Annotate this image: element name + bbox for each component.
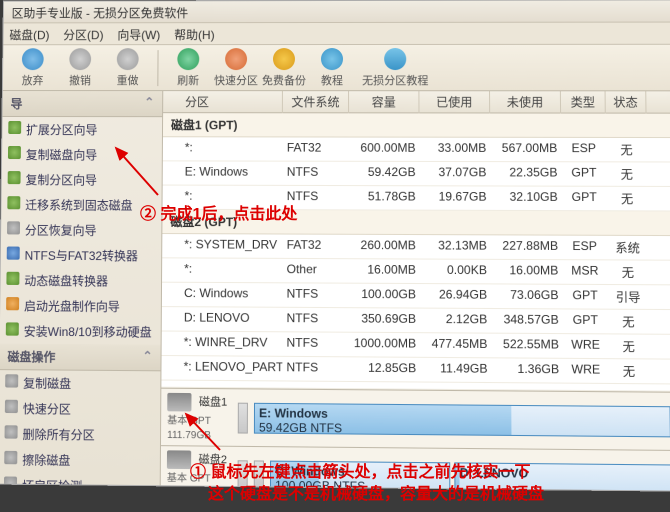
sidebar-item[interactable]: 复制分区向导 [2,167,162,193]
col-partition[interactable]: 分区 [163,91,283,113]
col-filesystem[interactable]: 文件系统 [283,91,349,113]
table-row[interactable]: C: WindowsNTFS100.00GB26.94GB73.06GBGPT引… [162,283,670,310]
backup-icon [273,48,295,70]
sidebar-item[interactable]: 迁移系统到固态磁盘 [1,192,161,218]
table-row[interactable]: *: SYSTEM_DRVFAT32260.00MB32.13MB227.88M… [162,234,670,261]
column-header: 分区 文件系统 容量 已使用 未使用 类型 状态 [163,91,670,114]
fast-partition-icon [225,48,247,70]
annotation-text-2b: 这个硬盘是不是机械硬盘，容量大的是机械硬盘 [208,480,544,504]
btn-fast-partition[interactable]: 快速分区 [212,48,260,88]
sidebar-item[interactable]: 擦除磁盘 [0,447,160,474]
menu-disk[interactable]: 磁盘(D) [9,26,49,41]
menu-partition[interactable]: 分区(D) [63,26,103,41]
sidebar-item[interactable]: 安装Win8/10到移动硬盘 [0,318,161,344]
undo-icon [117,48,139,70]
sidebar-item[interactable]: 复制磁盘 [0,370,160,397]
sidebar-item[interactable]: NTFS与FAT32转换器 [1,242,162,268]
col-type[interactable]: 类型 [561,91,606,113]
back-icon [22,48,44,70]
btn-back[interactable]: 放弃 [9,48,57,88]
sidebar-item[interactable]: 扩展分区向导 [2,117,162,142]
btn-lossless-tutorial[interactable]: 无损分区教程 [356,47,434,87]
sidebar-item[interactable]: 删除所有分区 [0,421,160,448]
annotation-text-1: ② 完成1后，点击此处 [140,200,297,224]
col-status[interactable]: 状态 [606,91,647,114]
annotation-text-2a: ① 鼠标先左键点击箭头处，点击之前先核实一下 [190,458,530,482]
btn-undo[interactable]: 重做 [104,48,152,88]
btn-refresh[interactable]: 刷新 [164,48,212,88]
sidebar-header-wizard[interactable]: 导⌃ [3,91,163,117]
table-row[interactable]: *:Other16.00MB0.00KB16.00MBMSR无 [162,258,670,285]
table-row[interactable]: *: WINRE_DRVNTFS1000.00MB477.45MB522.55M… [162,332,670,360]
table-row[interactable]: D: LENOVONTFS350.69GB2.12GB348.57GBGPT无 [162,307,670,335]
sidebar-item[interactable]: 启动光盘制作向导 [0,293,161,319]
disk1-panel: 磁盘1 基本 GPT 111.79GB E: Windows59.42GB NT… [161,388,670,450]
lossless-icon [384,47,406,69]
menu-wizard[interactable]: 向导(W) [117,26,160,41]
disk1-partition-e[interactable]: E: Windows59.42GB NTFS [254,402,670,437]
menu-help[interactable]: 帮助(H) [174,26,214,41]
toolbar: 放弃 撤销 重做 刷新 快速分区 免费备份 教程 无损分区教程 [3,45,670,92]
forward-icon [69,48,91,70]
table-row[interactable]: *:FAT32600.00MB33.00MB567.00MBESP无 [163,137,670,162]
table-row[interactable]: E: WindowsNTFS59.42GB37.07GB22.35GBGPT无 [163,161,670,187]
sidebar-item[interactable]: 复制磁盘向导 [2,142,162,167]
disk1-group[interactable]: 磁盘1 (GPT) [163,113,670,138]
disk1-small-part[interactable] [238,402,248,433]
sidebar: 导⌃ 扩展分区向导复制磁盘向导复制分区向导迁移系统到固态磁盘分区恢复向导NTFS… [0,91,163,485]
disk-icon [167,393,191,412]
disk1-thumb[interactable]: 磁盘1 基本 GPT 111.79GB [167,393,232,442]
btn-tutorial[interactable]: 教程 [308,48,356,88]
main-panel: 分区 文件系统 容量 已使用 未使用 类型 状态 磁盘1 (GPT) *:FAT… [161,91,670,490]
sidebar-item[interactable]: 分区恢复向导 [1,217,161,243]
refresh-icon [177,48,199,70]
tutorial-icon [321,48,343,70]
btn-forward[interactable]: 撤销 [56,48,104,88]
disk-icon [167,450,191,469]
sidebar-header-diskops[interactable]: 磁盘操作⌃ [0,344,161,372]
sidebar-item[interactable]: 坏扇区检测 [0,472,160,485]
window-title: 区助手专业版 - 无损分区免费软件 [4,0,670,23]
sidebar-item[interactable]: 动态磁盘转换器 [0,268,161,294]
btn-backup[interactable]: 免费备份 [260,48,308,88]
col-free[interactable]: 未使用 [490,91,561,113]
chevron-up-icon: ⌃ [144,95,154,112]
col-capacity[interactable]: 容量 [349,91,419,113]
col-used[interactable]: 已使用 [419,91,490,113]
menubar: 磁盘(D) 分区(D) 向导(W) 帮助(H) [3,23,670,46]
sidebar-item[interactable]: 快速分区 [0,396,160,423]
chevron-up-icon: ⌃ [142,349,152,366]
